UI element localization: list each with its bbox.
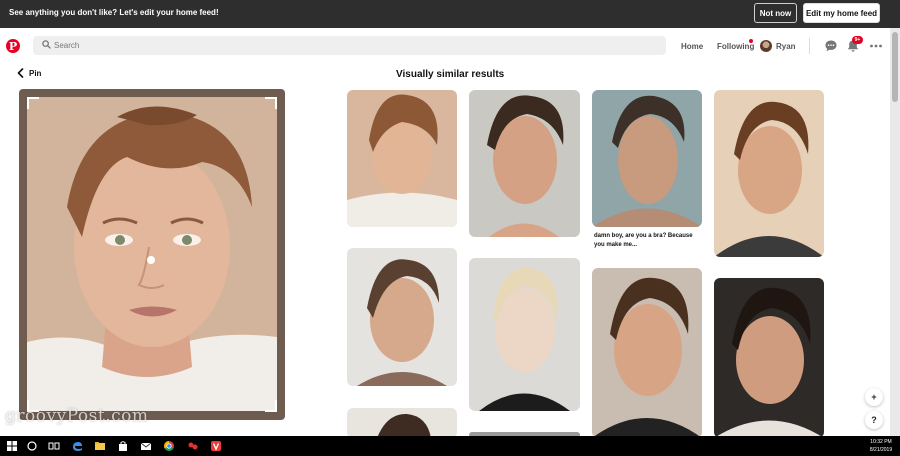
portrait-photo (347, 408, 457, 438)
header-divider (809, 38, 810, 54)
store-icon[interactable] (117, 440, 129, 452)
search-bar[interactable] (33, 36, 666, 55)
crop-handle-bottom-right[interactable] (265, 400, 277, 412)
visual-search-hotspot[interactable] (147, 256, 155, 264)
nav-following-link[interactable]: Following (717, 42, 754, 51)
watermark-text: groovyPost.com (5, 406, 149, 426)
windows-start-icon[interactable] (6, 440, 18, 452)
result-pin[interactable] (469, 90, 580, 237)
portrait-photo (592, 90, 702, 227)
more-options-icon[interactable] (869, 39, 883, 53)
home-feed-banner: See anything you don't like? Let's edit … (0, 0, 900, 28)
portrait-photo (469, 258, 580, 411)
crop-handle-top-right[interactable] (265, 97, 277, 109)
vivaldi-icon[interactable] (210, 440, 222, 452)
windows-taskbar: 10:32 PM 8/21/2019 (0, 436, 900, 456)
back-to-pin-link[interactable]: Pin (17, 68, 41, 78)
pinterest-logo-icon[interactable]: P (6, 39, 20, 53)
task-view-icon[interactable] (48, 440, 60, 452)
visually-similar-title: Visually similar results (396, 69, 505, 80)
top-navigation: P Home Following Ryan 9+ (0, 28, 890, 64)
portrait-photo (714, 90, 824, 257)
app-icon[interactable] (187, 440, 199, 452)
help-button[interactable]: ? (865, 411, 883, 429)
portrait-photo (347, 90, 457, 227)
back-label: Pin (29, 68, 42, 78)
result-pin[interactable] (347, 248, 457, 386)
result-pin[interactable] (469, 258, 580, 411)
search-input[interactable] (54, 38, 654, 53)
result-pin[interactable] (714, 90, 824, 257)
chevron-left-icon (17, 68, 24, 78)
page-scrollbar[interactable] (890, 28, 900, 436)
crop-handle-top-left[interactable] (27, 97, 39, 109)
scrollbar-thumb[interactable] (892, 32, 898, 102)
result-pin[interactable] (347, 408, 457, 438)
portrait-photo (469, 90, 580, 237)
chrome-icon[interactable] (163, 440, 175, 452)
avatar[interactable] (760, 40, 772, 52)
edge-icon[interactable] (71, 440, 83, 452)
nav-profile-link[interactable]: Ryan (776, 42, 796, 51)
edit-home-feed-button[interactable]: Edit my home feed (803, 3, 880, 23)
search-icon (42, 40, 51, 49)
following-indicator-dot (749, 39, 753, 43)
portrait-photo (714, 278, 824, 438)
notification-count-badge: 9+ (852, 36, 863, 44)
portrait-photo (592, 268, 702, 438)
banner-message: See anything you don't like? Let's edit … (9, 8, 219, 17)
result-pin[interactable] (714, 278, 824, 438)
portrait-photo (347, 248, 457, 386)
messages-icon[interactable] (824, 39, 838, 53)
result-pin[interactable] (592, 90, 702, 227)
clock-time: 10:32 PM (870, 439, 892, 445)
clock-date: 8/21/2019 (869, 447, 893, 453)
add-pin-button[interactable]: + (865, 388, 883, 406)
cortana-search-icon[interactable] (26, 440, 38, 452)
system-clock[interactable]: 10:32 PM 8/21/2019 (866, 438, 896, 454)
not-now-button[interactable]: Not now (754, 3, 797, 23)
result-pin[interactable] (592, 268, 702, 438)
pin-caption[interactable]: damn boy, are you a bra? Because you mak… (594, 232, 702, 250)
file-explorer-icon[interactable] (94, 440, 106, 452)
mail-icon[interactable] (140, 440, 152, 452)
main-pin-image[interactable] (19, 89, 285, 420)
nav-home-link[interactable]: Home (681, 42, 703, 51)
result-pin[interactable] (347, 90, 457, 227)
main-pin-photo (27, 97, 277, 411)
